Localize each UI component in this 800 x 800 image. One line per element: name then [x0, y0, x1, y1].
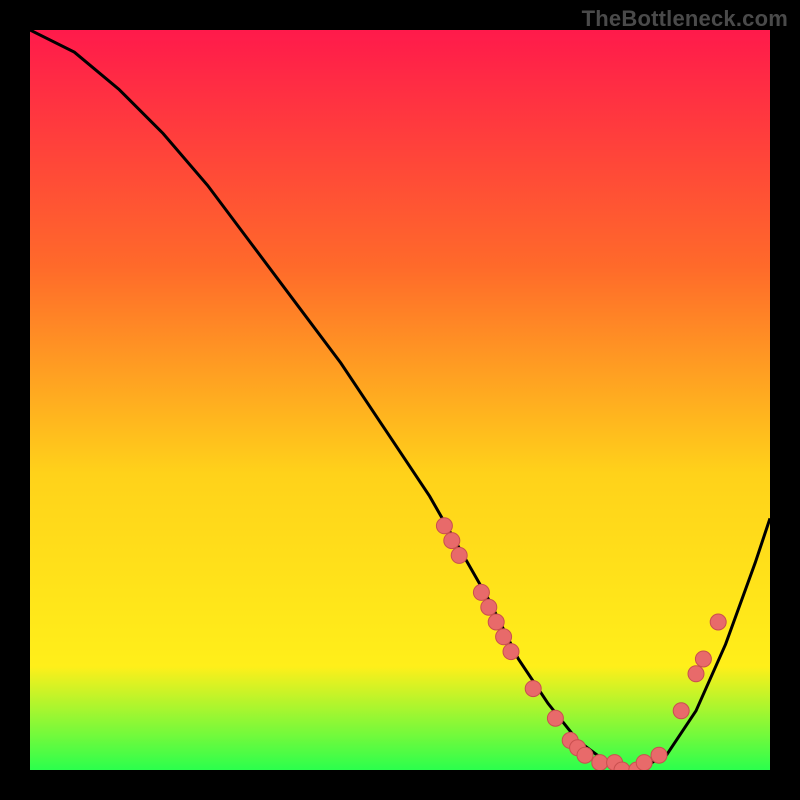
marker-dot — [673, 703, 689, 719]
marker-dot — [444, 533, 460, 549]
gradient-background — [30, 30, 770, 770]
marker-dot — [451, 547, 467, 563]
marker-dot — [695, 651, 711, 667]
marker-dot — [473, 584, 489, 600]
marker-dot — [436, 518, 452, 534]
marker-dot — [710, 614, 726, 630]
marker-dot — [525, 681, 541, 697]
watermark-text: TheBottleneck.com — [582, 6, 788, 32]
marker-dot — [488, 614, 504, 630]
marker-dot — [496, 629, 512, 645]
marker-dot — [577, 747, 593, 763]
marker-dot — [503, 644, 519, 660]
marker-dot — [592, 755, 608, 770]
marker-dot — [651, 747, 667, 763]
chart-frame — [30, 30, 770, 770]
marker-dot — [688, 666, 704, 682]
bottleneck-chart — [30, 30, 770, 770]
marker-dot — [481, 599, 497, 615]
marker-dot — [547, 710, 563, 726]
marker-dot — [636, 755, 652, 770]
